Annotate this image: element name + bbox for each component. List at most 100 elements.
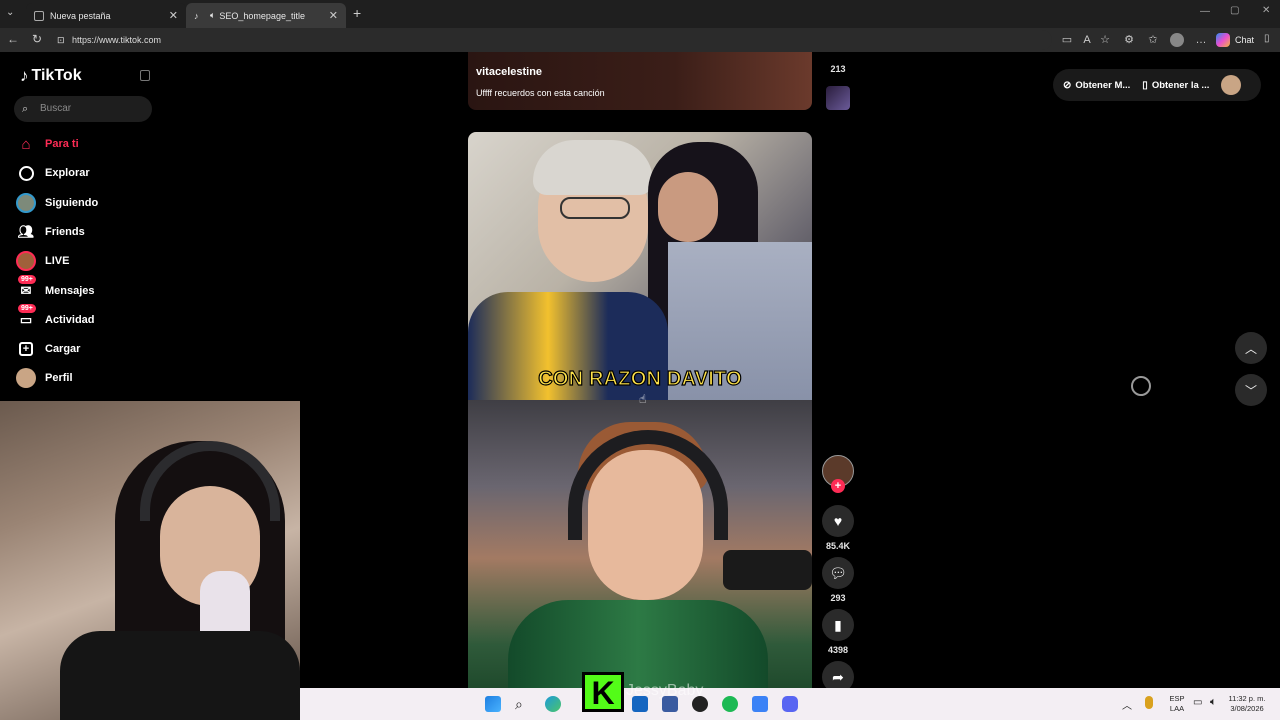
person-left-hair <box>533 140 653 195</box>
screen-icon[interactable]: ▭ <box>1060 33 1074 47</box>
profile-avatar-icon <box>16 368 36 388</box>
tab-label: SEO_homepage_title <box>219 10 305 21</box>
tiktok-note-icon: ♪ <box>20 66 29 85</box>
language-indicator[interactable]: ESP LAA <box>1166 694 1188 714</box>
windows-taskbar: ⌕ K JessyBaby ︿ ESP LAA ▭ 🔈︎ 11:32 p. m.… <box>300 672 1280 720</box>
mic-tray-icon[interactable] <box>1145 696 1153 709</box>
more-menu-icon[interactable]: … <box>1194 33 1208 47</box>
sidebar-item-friends[interactable]: 👥︎ Friends <box>16 220 85 244</box>
reload-icon[interactable]: ↻ <box>29 32 45 46</box>
notes-icon[interactable] <box>662 696 678 712</box>
get-coins-button[interactable]: ⊘ Obtener M... <box>1063 80 1130 91</box>
next-video-button[interactable]: ﹀ <box>1235 374 1267 406</box>
logo-text: TikTok <box>31 67 82 84</box>
browser-tab-bar: ⌄ Nueva pestaña ✕ ♪ 🔈︎ SEO_homepage_titl… <box>0 0 1280 28</box>
video-caption: Uffff recuerdos con esta canción <box>476 88 605 98</box>
previous-share-count: 213 <box>830 64 846 74</box>
network-icon[interactable]: ▭ <box>1193 697 1202 708</box>
new-tab-icon <box>34 10 44 21</box>
favorites-icon[interactable]: ✩ <box>1146 33 1160 47</box>
tiktok-logo[interactable]: ♪ TikTok <box>20 66 82 86</box>
url-field[interactable]: ⊡ https://www.tiktok.com <box>52 30 1052 50</box>
sidebar-item-label: LIVE <box>45 255 70 267</box>
store-icon[interactable] <box>752 696 768 712</box>
search-placeholder: Buscar <box>40 103 72 114</box>
video-player[interactable]: CON RAZON DAVITO ☝︎ <box>468 132 812 688</box>
music-disc-icon[interactable] <box>826 86 850 110</box>
spotify-icon[interactable] <box>722 696 738 712</box>
video-username[interactable]: vitacelestine <box>476 66 542 78</box>
clock[interactable]: 11:32 p. m. 3/08/2026 <box>1222 694 1272 714</box>
tab-label: Nueva pestaña <box>50 10 111 21</box>
comment-action[interactable]: 💬︎ 293 <box>822 557 854 603</box>
speaker-icon[interactable]: 🔈︎ <box>210 10 215 21</box>
sidebar-item-label: Para ti <box>45 138 79 150</box>
start-icon[interactable] <box>485 696 501 712</box>
sidebar-item-explorar[interactable]: Explorar <box>16 161 90 185</box>
sidebar-item-perfil[interactable]: Perfil <box>16 366 73 390</box>
phone-icon: ▯ <box>1142 79 1148 91</box>
kick-logo-icon: K <box>582 672 624 712</box>
cursor-icon: ☝︎ <box>639 392 647 406</box>
previous-video-card[interactable]: vitacelestine Uffff recuerdos con esta c… <box>468 52 812 110</box>
activity-icon: ▭ 99+ <box>16 304 36 330</box>
sidebar-item-cargar[interactable]: + Cargar <box>16 337 80 361</box>
video-overlay-text: CON RAZON DAVITO <box>538 367 743 390</box>
new-tab-button[interactable]: + <box>353 5 361 21</box>
outlook-icon[interactable] <box>632 696 648 712</box>
close-window-icon[interactable]: ✕ <box>1262 5 1270 16</box>
copilot-chat-button[interactable]: Chat <box>1216 33 1254 47</box>
video-frame-top <box>468 132 812 402</box>
webcam-overlay <box>0 401 300 720</box>
glasses-icon <box>560 197 630 219</box>
profile-avatar[interactable] <box>1170 33 1184 47</box>
favorite-star-icon[interactable]: ☆ <box>1098 33 1112 47</box>
translate-icon[interactable]: A <box>1080 33 1094 47</box>
minimize-icon[interactable]: — <box>1200 6 1210 17</box>
sidebar-item-label: Explorar <box>45 167 90 179</box>
close-tab-icon[interactable]: ✕ <box>169 9 178 22</box>
user-avatar[interactable] <box>1221 75 1242 95</box>
collapse-sidebar-icon[interactable] <box>140 70 150 81</box>
coin-icon: ⊘ <box>1063 79 1072 91</box>
chevron-up-icon: ︿ <box>1244 341 1257 356</box>
loading-spinner-icon <box>1131 376 1151 396</box>
tab-actions-button[interactable]: ⌄ <box>6 7 14 18</box>
previous-video-button[interactable]: ︿ <box>1235 332 1267 364</box>
heart-icon[interactable]: ♥ <box>822 505 854 537</box>
get-app-button[interactable]: ▯ Obtener la ... <box>1142 80 1209 91</box>
like-action[interactable]: ♥ 85.4K <box>822 505 854 551</box>
comment-icon[interactable]: 💬︎ <box>822 557 854 589</box>
sidebar-item-label: Perfil <box>45 372 73 384</box>
volume-icon[interactable]: 🔈︎ <box>1210 696 1217 709</box>
bookmark-icon[interactable]: ▮ <box>822 609 854 641</box>
back-icon[interactable]: ← <box>5 32 21 46</box>
sidebar-item-mensajes[interactable]: ✉ 99+ Mensajes <box>16 275 95 303</box>
sidebar-item-label: Cargar <box>45 343 81 355</box>
edge-icon[interactable] <box>545 696 561 712</box>
discord-icon[interactable] <box>782 696 798 712</box>
save-count: 4398 <box>827 645 849 655</box>
sidebar-item-siguiendo[interactable]: Siguiendo <box>16 191 98 215</box>
save-action[interactable]: ▮ 4398 <box>822 609 854 655</box>
follow-plus-icon[interactable]: + <box>831 479 845 493</box>
close-tab-icon[interactable]: ✕ <box>329 9 338 22</box>
live-avatar-icon <box>16 251 36 271</box>
extensions-icon[interactable]: ⚙ <box>1122 33 1136 47</box>
tab-new-tab[interactable]: Nueva pestaña ✕ <box>26 3 186 28</box>
tab-tiktok[interactable]: ♪ 🔈︎ SEO_homepage_title ✕ <box>186 3 346 28</box>
sidebar-item-live[interactable]: LIVE <box>16 249 69 273</box>
app-icon[interactable] <box>692 696 708 712</box>
sidebar-item-para-ti[interactable]: ⌂ Para ti <box>16 132 79 156</box>
search-input[interactable]: ⌕ Buscar <box>14 96 152 122</box>
restore-icon[interactable]: ▢ <box>1230 5 1239 16</box>
sidebar-item-label: Friends <box>45 226 85 238</box>
sidebar-item-actividad[interactable]: ▭ 99+ Actividad <box>16 304 95 332</box>
chat-label: Chat <box>1235 35 1255 45</box>
url-text: https://www.tiktok.com <box>72 35 162 45</box>
search-icon[interactable]: ⌕ <box>515 696 531 712</box>
tray-overflow-icon[interactable]: ︿ <box>1122 697 1132 712</box>
chevron-down-icon: ﹀ <box>1244 383 1257 398</box>
site-info-icon[interactable]: ⊡ <box>57 30 65 50</box>
sidebar-toggle-icon[interactable]: ▯ <box>1264 33 1270 44</box>
